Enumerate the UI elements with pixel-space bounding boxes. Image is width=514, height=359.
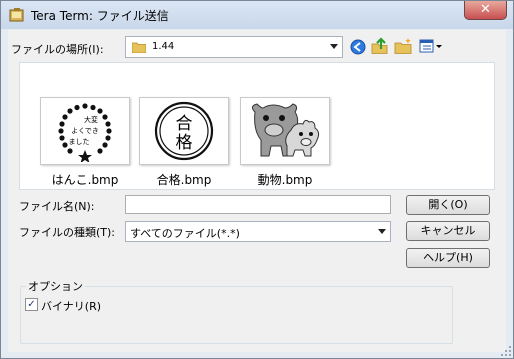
file-item-doubutsu[interactable]: 動物.bmp [237, 97, 333, 188]
stamp-text-line-3: ました [69, 138, 90, 146]
view-menu-icon [419, 39, 442, 53]
window-title: Tera Term: ファイル送信 [31, 9, 169, 23]
options-title: オプション [26, 278, 85, 294]
up-folder-icon [371, 37, 388, 54]
view-menu-button[interactable] [418, 36, 444, 56]
binary-checkbox[interactable]: ✓ [25, 298, 38, 311]
chevron-down-icon[interactable] [330, 44, 338, 49]
file-item-goukaku[interactable]: 合 格 合格.bmp [136, 97, 232, 188]
chevron-down-icon[interactable] [378, 229, 386, 234]
folder-icon [132, 42, 146, 53]
back-button[interactable] [348, 37, 368, 57]
stamp-text-line-1: 大変 [84, 115, 98, 124]
close-button[interactable]: ✕ [464, 1, 507, 20]
close-icon: ✕ [480, 2, 491, 17]
file-name-label: 動物.bmp [257, 173, 313, 187]
resize-grip-icon[interactable] [501, 346, 511, 356]
up-folder-button[interactable] [370, 36, 390, 56]
title-bar[interactable]: Tera Term: ファイル送信 ✕ [1, 1, 513, 29]
cancel-button[interactable]: キャンセル [406, 221, 490, 241]
goukaku-stamp-thumbnail: 合 格 [154, 101, 214, 161]
new-folder-button[interactable] [393, 36, 413, 56]
new-folder-icon [394, 38, 412, 54]
filetype-value: すべてのファイル(*.*) [130, 227, 240, 240]
location-label: ファイルの場所(I): [11, 43, 104, 56]
location-value: 1.44 [152, 41, 175, 52]
hanko-stamp-thumbnail: 大変 よくでき ました [58, 103, 112, 162]
animals-illustration-thumbnail [251, 103, 320, 157]
tera-term-app-icon [9, 8, 24, 22]
location-combo[interactable]: 1.44 [125, 36, 343, 58]
checkmark-icon: ✓ [27, 299, 36, 310]
back-arrow-icon [350, 39, 366, 55]
options-groupbox [20, 286, 453, 344]
stamp-text-line-2: よくでき [71, 127, 99, 135]
file-list[interactable]: 大変 よくでき ました はんこ.bmp 合 格 合格.bmp 動物.bmp [19, 62, 495, 190]
stamp-text-upper: 合 [176, 114, 193, 134]
file-thumbnail: 大変 よくでき ました [40, 97, 130, 165]
file-name-label: 合格.bmp [156, 173, 212, 187]
filename-label: ファイル名(N): [19, 200, 95, 213]
filetype-select[interactable]: すべてのファイル(*.*) [125, 221, 391, 242]
file-thumbnail [240, 97, 330, 165]
filename-input[interactable] [125, 195, 391, 214]
binary-label[interactable]: バイナリ(R) [41, 298, 101, 314]
open-button[interactable]: 開く(O) [406, 195, 490, 215]
file-name-label: はんこ.bmp [51, 173, 119, 187]
dialog-body: ファイルの場所(I): 1.44 大変 よくでき ました はんこ.bmp 合 格… [8, 30, 506, 352]
file-send-dialog: Tera Term: ファイル送信 ✕ ファイルの場所(I): 1.44 大変 … [0, 0, 514, 359]
file-item-hanko[interactable]: 大変 よくでき ました はんこ.bmp [37, 97, 133, 188]
stamp-text-lower: 格 [176, 133, 193, 153]
filetype-label: ファイルの種類(T): [19, 226, 116, 239]
file-thumbnail: 合 格 [139, 97, 229, 165]
help-button[interactable]: ヘルプ(H) [406, 248, 490, 268]
